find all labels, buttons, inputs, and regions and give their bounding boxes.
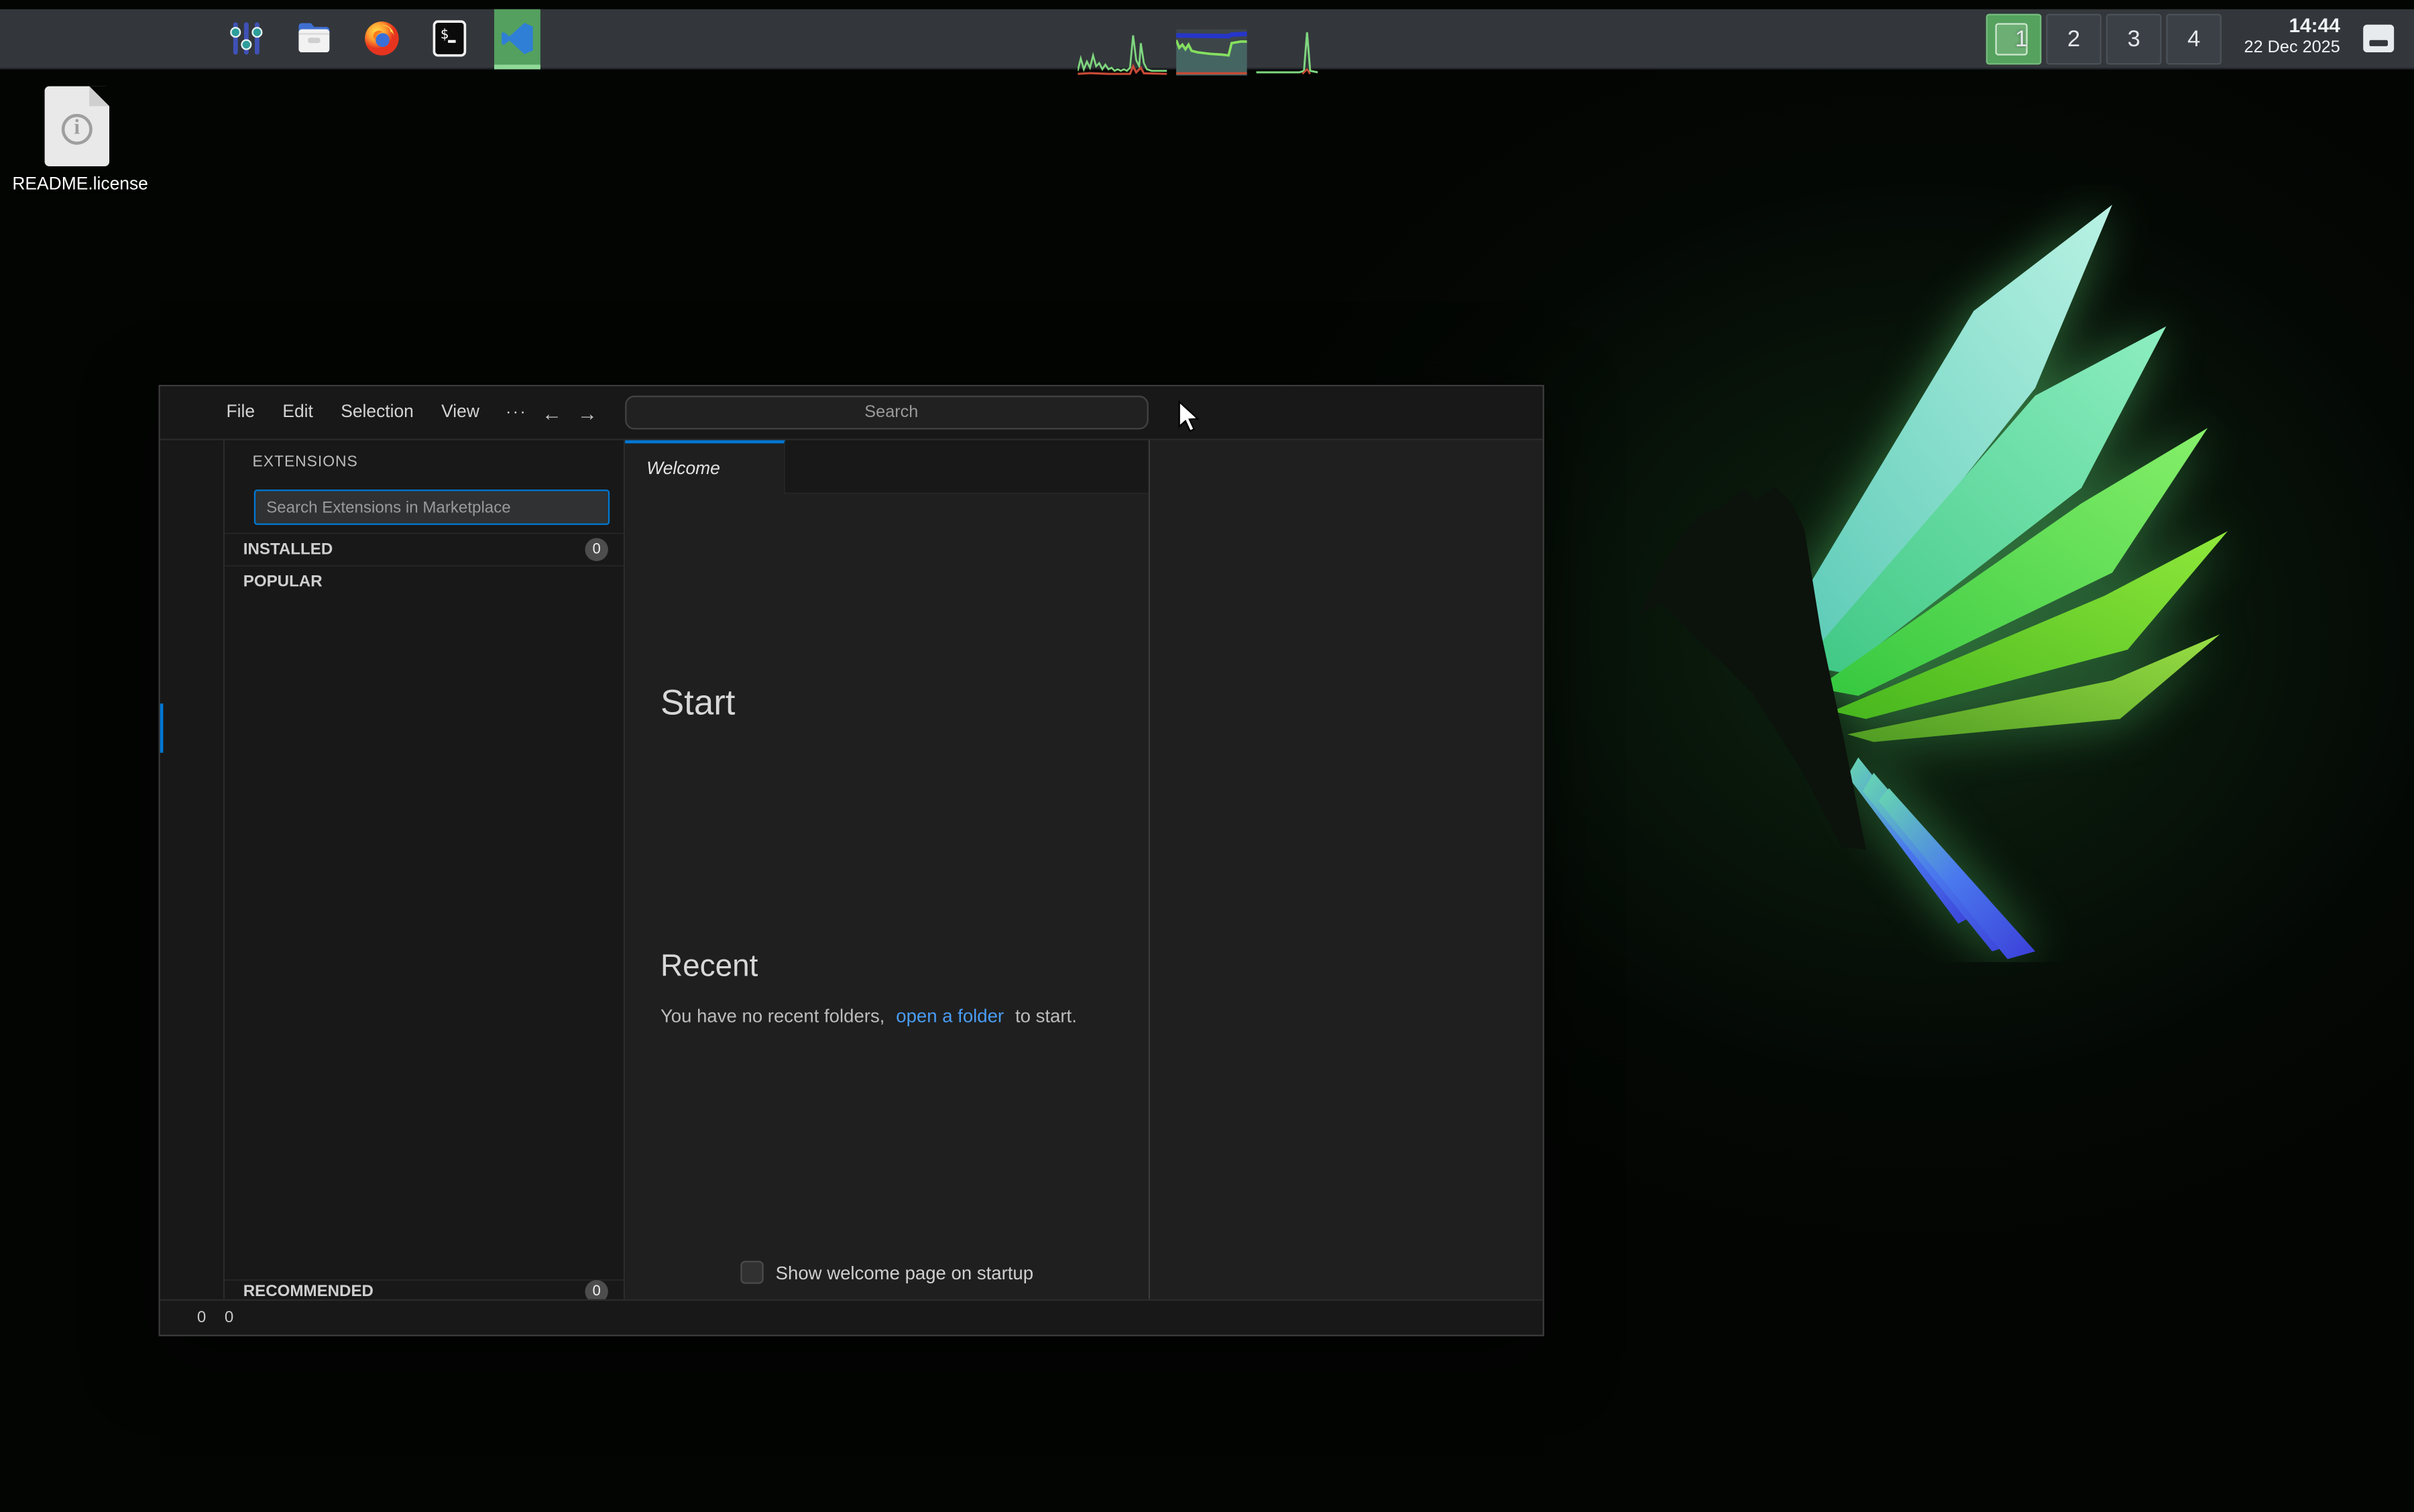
desktop-icon-label: README.license [12, 175, 148, 194]
launcher-terminal[interactable]: $ [426, 15, 473, 62]
clock-date: 22 Dec 2025 [2244, 38, 2340, 58]
accounts-icon[interactable] [160, 1181, 225, 1242]
problems-indicator[interactable]: 0 0 [191, 1308, 234, 1328]
search-sidebar-icon[interactable] [160, 508, 225, 570]
workspace-2[interactable]: 2 [2046, 13, 2102, 65]
section-popular-label: POPULAR [243, 573, 323, 591]
menu-edit[interactable]: Edit [269, 404, 327, 422]
network-graph [1256, 32, 1318, 75]
tab-welcome[interactable]: Welcome [625, 440, 785, 494]
workspace-3[interactable]: 3 [2106, 13, 2162, 65]
explorer-icon[interactable] [160, 443, 225, 505]
recent-text-before: You have no recent folders, [660, 1005, 885, 1027]
launcher-file-manager[interactable] [291, 15, 337, 62]
workspace-4[interactable]: 4 [2166, 13, 2222, 65]
info-glyph: i [61, 114, 93, 145]
search-placeholder: Search [864, 403, 919, 422]
launcher-vscode[interactable] [494, 8, 540, 69]
mouse-cursor [1178, 400, 1200, 432]
settings-gear-icon[interactable] [160, 1245, 225, 1307]
svg-text:$: $ [441, 25, 449, 42]
brightness-icon[interactable] [1866, 25, 1896, 54]
close-button[interactable] [1510, 401, 1533, 424]
extensions-icon[interactable] [160, 697, 225, 759]
activity-bar [160, 440, 225, 1299]
section-installed[interactable]: INSTALLED 0 [225, 532, 624, 565]
tab-strip: Welcome [625, 440, 1149, 494]
menu-bar: File Edit Selection View ··· [213, 386, 540, 439]
editor-area: Welcome Start Recent You have no recent … [625, 440, 1543, 1299]
status-bar: 0 0 [160, 1299, 1543, 1335]
menu-selection[interactable]: Selection [327, 404, 428, 422]
forward-button[interactable]: → [577, 401, 597, 424]
extensions-sidebar: EXTENSIONS INSTALLED 0 [225, 440, 626, 1303]
section-installed-label: INSTALLED [243, 540, 333, 559]
cpu-graph [1078, 35, 1167, 75]
menu-view[interactable]: View [428, 404, 494, 422]
launcher-firefox[interactable] [359, 15, 405, 62]
minimize-button[interactable] [1424, 401, 1447, 424]
section-popular[interactable]: POPULAR [225, 565, 624, 597]
recent-heading: Recent [660, 949, 758, 984]
clock-time: 14:44 [2289, 13, 2340, 38]
command-center-search[interactable]: Search [625, 396, 1149, 430]
section-recommended-label: RECOMMENDED [243, 1282, 373, 1301]
launchers: $ [0, 8, 551, 69]
desktop: $ 1234 14:44 22 Dec 2025 i README.licens… [0, 0, 2414, 1512]
desktop-icon-readme-license[interactable]: i README.license [12, 86, 148, 194]
start-heading: Start [660, 682, 736, 722]
workspace-number: 1 [2014, 26, 2028, 53]
installed-count-badge: 0 [585, 538, 608, 561]
caret-down-icon[interactable] [1949, 25, 1979, 54]
top-panel: $ 1234 14:44 22 Dec 2025 [0, 8, 2414, 76]
warning-count: 0 [224, 1308, 234, 1328]
welcome-page: Start Recent You have no recent folders,… [625, 493, 1149, 1299]
open-a-folder-link[interactable]: open a folder [896, 1005, 1004, 1027]
source-control-icon[interactable] [160, 573, 225, 634]
toggle-secondary-sidebar-icon[interactable] [1399, 401, 1422, 424]
checkbox-checked-icon[interactable] [740, 1261, 764, 1284]
extensions-search-box[interactable] [253, 489, 610, 525]
startup-checkbox-label: Show welcome page on startup [775, 1261, 1034, 1283]
toggle-primary-sidebar-icon[interactable] [1326, 401, 1348, 424]
system-monitors [1078, 29, 1318, 76]
memory-graph [1176, 29, 1247, 76]
menu-more-button[interactable]: ··· [494, 404, 540, 422]
tray-drawer-icon[interactable] [2362, 23, 2396, 54]
recent-empty-text: You have no recent folders, open a folde… [660, 1005, 1077, 1027]
workspace-switcher: 1234 [1986, 13, 2222, 65]
customize-layout-icon[interactable] [1289, 401, 1312, 424]
system-tray [1783, 9, 1979, 70]
toggle-panel-icon[interactable] [1363, 401, 1385, 424]
back-button[interactable]: ← [542, 401, 562, 424]
extensions-search-input[interactable] [255, 498, 593, 517]
volume-muted-icon[interactable] [1825, 25, 1854, 54]
titlebar[interactable]: File Edit Selection View ··· ← → Search [160, 386, 1543, 441]
launcher-audio-settings[interactable] [223, 15, 270, 62]
sidebar-title: EXTENSIONS [252, 454, 358, 471]
clipboard-icon[interactable] [1783, 25, 1813, 54]
network-icon[interactable] [1908, 25, 1937, 54]
extension-list [225, 597, 624, 1279]
document-icon: i [44, 86, 110, 166]
menu-file[interactable]: File [213, 404, 269, 422]
editor-group-empty[interactable] [1148, 440, 1543, 1299]
run-debug-icon[interactable] [160, 638, 225, 699]
parrot-wallpaper-art [1640, 205, 2228, 959]
clock[interactable]: 14:44 22 Dec 2025 [2244, 14, 2340, 60]
tab-label: Welcome [646, 459, 720, 478]
vscode-window: FileEditSelectionView··· ← → Search [158, 384, 1544, 1336]
error-count: 0 [196, 1308, 207, 1328]
editor-group-welcome: Welcome Start Recent You have no recent … [625, 440, 1149, 1299]
workspace-1[interactable]: 1 [1986, 13, 2042, 65]
recent-text-after: to start. [1015, 1005, 1077, 1027]
startup-checkbox-row[interactable]: Show welcome page on startup [625, 1261, 1149, 1284]
maximize-button[interactable] [1467, 401, 1490, 424]
